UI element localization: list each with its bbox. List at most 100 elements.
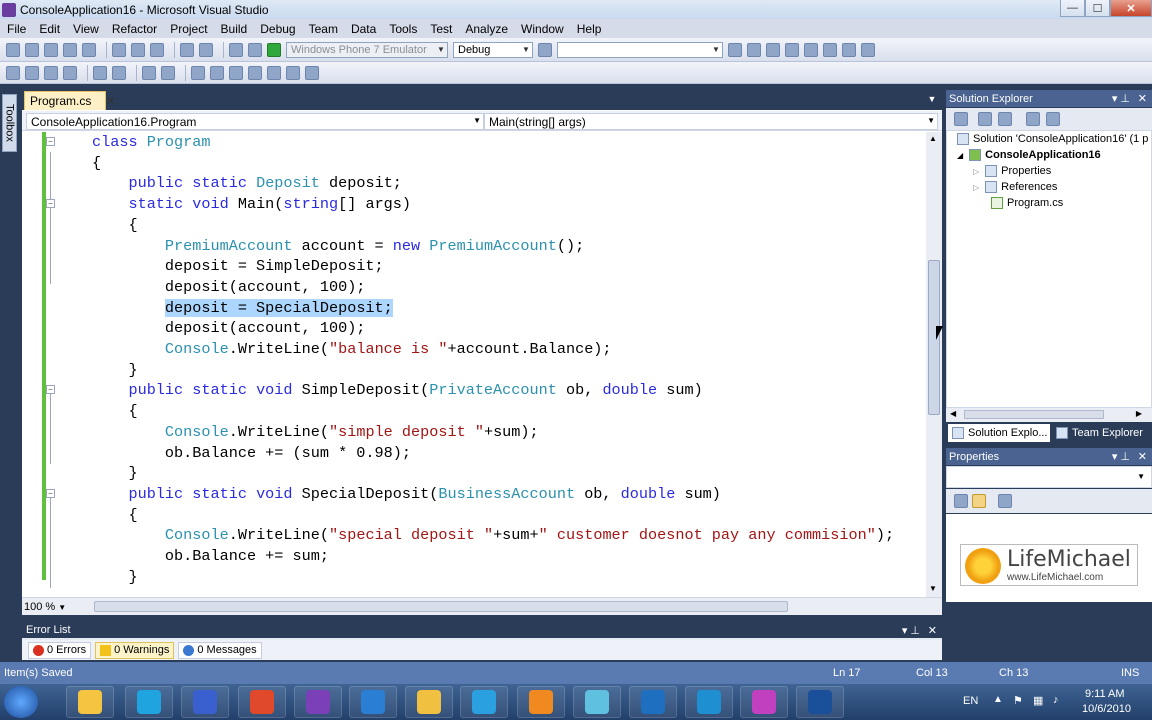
- errors-filter-button[interactable]: 0 Errors: [28, 641, 92, 659]
- object-browser-icon[interactable]: [766, 42, 780, 57]
- menu-view[interactable]: View: [73, 22, 99, 36]
- pin-icon[interactable]: ▾ ⊥: [1112, 450, 1130, 463]
- toolbox-icon[interactable]: [785, 42, 799, 57]
- properties-icon[interactable]: [954, 112, 968, 126]
- display-object-member-list-icon[interactable]: [6, 65, 20, 80]
- toolbar-options-icon[interactable]: [861, 42, 875, 57]
- network-icon[interactable]: ▦: [1033, 694, 1043, 707]
- clock-time[interactable]: 9:11 AM: [1085, 688, 1125, 700]
- menu-test[interactable]: Test: [430, 22, 452, 36]
- extension-manager-icon[interactable]: [823, 42, 837, 57]
- action-center-icon[interactable]: ⚑: [1013, 694, 1023, 707]
- warnings-filter-button[interactable]: 0 Warnings: [95, 641, 175, 659]
- taskbar-app-button[interactable]: [629, 686, 677, 718]
- increase-indent-icon[interactable]: [112, 65, 126, 80]
- complete-word-icon[interactable]: [63, 65, 77, 80]
- close-icon[interactable]: ✕: [105, 94, 115, 108]
- find-in-files-icon[interactable]: [538, 42, 552, 57]
- scroll-down-icon[interactable]: ▼: [929, 584, 937, 593]
- find-combo[interactable]: ▼: [557, 41, 723, 58]
- previous-bookmark-icon[interactable]: [210, 65, 224, 80]
- horizontal-scroll-thumb[interactable]: [94, 601, 788, 612]
- configuration-select[interactable]: Debug ▼: [453, 41, 533, 58]
- taskbar-app-button[interactable]: [181, 686, 229, 718]
- save-all-icon[interactable]: [82, 42, 96, 57]
- minimize-button[interactable]: —: [1060, 0, 1085, 17]
- tree-item-program-cs[interactable]: Program.cs: [991, 197, 1063, 209]
- target-device-select[interactable]: Windows Phone 7 Emulator ▼: [286, 41, 448, 58]
- active-files-dropdown-icon[interactable]: ▼: [926, 94, 938, 106]
- comment-out-icon[interactable]: [142, 65, 156, 80]
- toggle-bookmark-icon[interactable]: [191, 65, 205, 80]
- pin-icon[interactable]: ▾ ⊥: [1112, 92, 1130, 105]
- menu-refactor[interactable]: Refactor: [112, 22, 157, 36]
- view-class-diagram-icon[interactable]: [1046, 112, 1060, 126]
- navigate-forward-icon[interactable]: [248, 42, 262, 57]
- start-debugging-icon[interactable]: [267, 42, 281, 57]
- scroll-right-icon[interactable]: ▶: [1136, 409, 1142, 418]
- taskbar-app-button[interactable]: [125, 686, 173, 718]
- navigate-backward-icon[interactable]: [229, 42, 243, 57]
- previous-bookmark-folder-icon[interactable]: [248, 65, 262, 80]
- next-bookmark-icon[interactable]: [229, 65, 243, 80]
- menu-window[interactable]: Window: [521, 22, 564, 36]
- taskbar-app-button[interactable]: [405, 686, 453, 718]
- tab-program-cs[interactable]: Program.cs ✕: [24, 91, 115, 110]
- member-dropdown[interactable]: Main(string[] args) ▼: [484, 113, 938, 130]
- scroll-left-icon[interactable]: ◀: [950, 409, 956, 418]
- properties-icon[interactable]: [747, 42, 761, 57]
- pin-icon[interactable]: ▾ ⊥: [902, 624, 920, 637]
- tree-item-properties[interactable]: ▷ Properties: [973, 165, 1051, 177]
- start-button-icon[interactable]: [4, 686, 38, 718]
- show-all-files-icon[interactable]: [978, 112, 992, 126]
- menu-file[interactable]: File: [7, 22, 26, 36]
- property-pages-icon[interactable]: [998, 494, 1012, 508]
- parameter-info-icon[interactable]: [25, 65, 39, 80]
- taskbar-app-button[interactable]: [349, 686, 397, 718]
- solution-horizontal-scrollbar[interactable]: ◀ ▶: [946, 408, 1152, 422]
- command-window-icon[interactable]: [842, 42, 856, 57]
- taskbar-app-button[interactable]: [573, 686, 621, 718]
- maximize-button[interactable]: ☐: [1085, 0, 1110, 17]
- save-icon[interactable]: [63, 42, 77, 57]
- properties-object-select[interactable]: ▼: [946, 466, 1152, 488]
- language-indicator[interactable]: EN: [963, 695, 978, 707]
- alphabetical-icon[interactable]: [972, 494, 986, 508]
- taskbar-app-button[interactable]: [685, 686, 733, 718]
- taskbar-app-button[interactable]: [294, 686, 342, 718]
- solution-explorer-icon[interactable]: [728, 42, 742, 57]
- menu-edit[interactable]: Edit: [39, 22, 60, 36]
- copy-icon[interactable]: [131, 42, 145, 57]
- menu-project[interactable]: Project: [170, 22, 207, 36]
- volume-icon[interactable]: ♪: [1053, 694, 1059, 706]
- close-button[interactable]: ✕: [1110, 0, 1152, 17]
- categorized-icon[interactable]: [954, 494, 968, 508]
- undo-icon[interactable]: [180, 42, 194, 57]
- menu-analyze[interactable]: Analyze: [465, 22, 508, 36]
- tab-solution-explorer[interactable]: Solution Explo...: [948, 424, 1050, 442]
- close-icon[interactable]: ✕: [1138, 92, 1147, 105]
- menu-build[interactable]: Build: [221, 22, 248, 36]
- view-code-icon[interactable]: [1026, 112, 1040, 126]
- messages-filter-button[interactable]: 0 Messages: [178, 641, 262, 659]
- type-dropdown[interactable]: ConsoleApplication16.Program ▼: [26, 113, 484, 130]
- toolbox-tab[interactable]: Toolbox: [2, 94, 17, 152]
- new-project-icon[interactable]: [6, 42, 20, 57]
- menu-data[interactable]: Data: [351, 22, 376, 36]
- quick-info-icon[interactable]: [44, 65, 58, 80]
- zoom-combo[interactable]: 100 % ▼: [24, 600, 78, 614]
- clear-bookmarks-icon[interactable]: [286, 65, 300, 80]
- code-text-area[interactable]: class Program{ public static Deposit dep…: [46, 132, 926, 594]
- taskbar-app-button[interactable]: [740, 686, 788, 718]
- add-item-icon[interactable]: [25, 42, 39, 57]
- tree-item-solution[interactable]: Solution 'ConsoleApplication16' (1 p: [957, 133, 1148, 145]
- menu-help[interactable]: Help: [577, 22, 602, 36]
- expand-triangle-icon[interactable]: ▷: [973, 183, 979, 192]
- taskbar-app-button[interactable]: [517, 686, 565, 718]
- expand-triangle-icon[interactable]: ▷: [973, 167, 979, 176]
- tree-item-project[interactable]: ◢ ConsoleApplication16: [957, 149, 1101, 161]
- uncomment-icon[interactable]: [161, 65, 175, 80]
- taskbar-app-button[interactable]: [66, 686, 114, 718]
- close-icon[interactable]: ✕: [1138, 450, 1147, 463]
- tab-team-explorer[interactable]: Team Explorer: [1052, 424, 1150, 442]
